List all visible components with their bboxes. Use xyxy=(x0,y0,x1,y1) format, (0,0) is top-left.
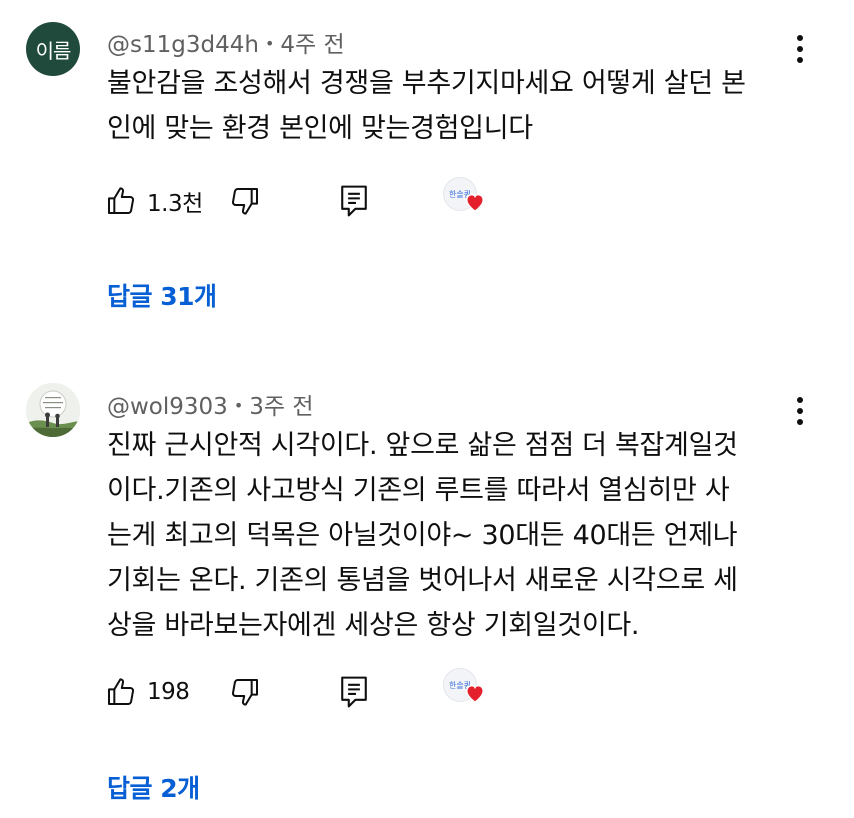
comment-line: 인에 맞는 환경 본인에 맞는경험입니다 xyxy=(107,113,533,144)
comment-line: 불안감을 조성해서 경쟁을 부추기지마세요 어떻게 살던 본 xyxy=(107,68,746,99)
comment-line: 진짜 근시안적 시각이다. 앞으로 삶은 점점 더 복잡계일것 xyxy=(107,430,738,461)
comment-time[interactable]: 3주 전 xyxy=(249,394,313,420)
dislike-button[interactable] xyxy=(229,674,261,710)
comment-meta: @s11g3d44h • 4주 전 xyxy=(107,25,345,59)
creator-heart-badge: 한솔퀸 xyxy=(443,668,487,712)
thumbs-down-icon xyxy=(232,188,258,215)
comment-text: 불안감을 조성해서 경쟁을 부추기지마세요 어떻게 살던 본 인에 맞는 환경 … xyxy=(107,61,807,151)
comment-actions: 198 한솔퀸 xyxy=(105,668,525,714)
comment-line: 기회는 온다. 기존의 통념을 벗어나서 새로운 시각으로 세 xyxy=(107,565,738,596)
like-count: 198 xyxy=(147,679,190,705)
comment-meta: @wol9303 • 3주 전 xyxy=(107,387,314,421)
replies-toggle[interactable]: 답글 2개 xyxy=(107,769,200,805)
comment-line: 는게 최고의 덕목은 아닐것이야~ 30대든 40대든 언제나 xyxy=(107,520,738,551)
replies-toggle[interactable]: 답글 31개 xyxy=(107,277,217,313)
comment-actions: 1.3천 한솔퀸 xyxy=(105,177,525,223)
avatar-text: 이름 xyxy=(35,38,72,63)
avatar-image xyxy=(26,383,80,437)
reply-button[interactable] xyxy=(339,674,369,710)
author-handle[interactable]: @wol9303 xyxy=(107,394,228,420)
thumbs-down-icon xyxy=(232,679,258,706)
dislike-button[interactable] xyxy=(229,183,261,219)
like-button[interactable]: 198 xyxy=(105,674,190,710)
author-handle[interactable]: @s11g3d44h xyxy=(107,32,259,58)
reply-icon xyxy=(341,676,367,708)
thumbs-up-icon xyxy=(108,678,134,705)
creator-heart-badge: 한솔퀸 xyxy=(443,177,487,221)
creator-heart-icon xyxy=(466,685,484,703)
separator-dot: • xyxy=(264,34,275,53)
like-count: 1.3천 xyxy=(147,191,203,217)
creator-heart-icon xyxy=(466,194,484,212)
thumbs-up-icon xyxy=(108,187,134,214)
comment-time[interactable]: 4주 전 xyxy=(280,32,344,58)
avatar[interactable] xyxy=(26,383,80,437)
comment-text: 진짜 근시안적 시각이다. 앞으로 삶은 점점 더 복잡계일것 이다.기존의 사… xyxy=(107,423,807,648)
comment-line: 상을 바라보는자에겐 세상은 항상 기회일것이다. xyxy=(107,610,640,641)
reply-button[interactable] xyxy=(339,183,369,219)
reply-icon xyxy=(341,185,367,217)
separator-dot: • xyxy=(233,396,244,415)
comment-line: 이다.기존의 사고방식 기존의 루트를 따라서 열심히만 사 xyxy=(107,475,730,506)
like-button[interactable]: 1.3천 xyxy=(105,183,203,219)
avatar[interactable]: 이름 xyxy=(26,22,80,76)
